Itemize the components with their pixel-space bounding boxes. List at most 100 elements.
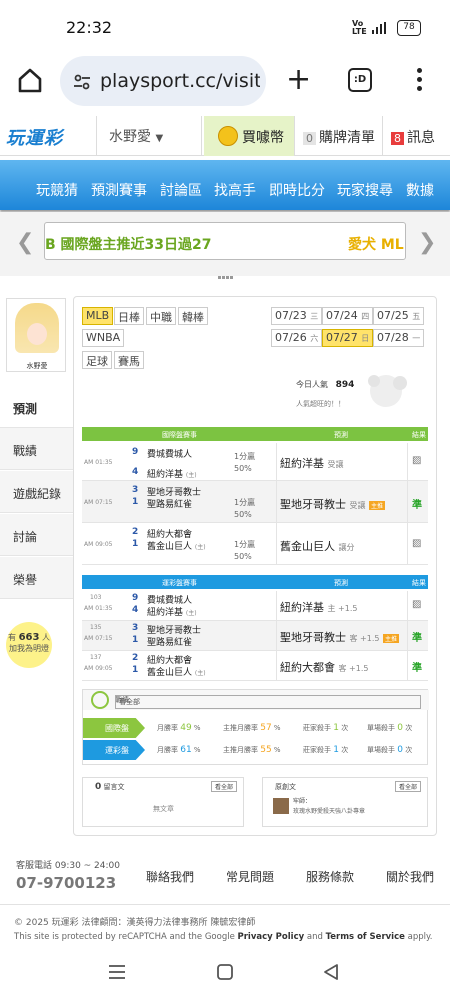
date-tab[interactable]: 07/27 日 xyxy=(322,329,374,347)
address-bar[interactable]: playsport.cc/visit xyxy=(60,56,266,106)
terms-link[interactable]: Terms of Service xyxy=(326,932,405,942)
system-nav-bar xyxy=(0,946,450,1000)
coin-button[interactable]: 買噱幣 xyxy=(204,116,294,156)
nav-item[interactable]: 數據 xyxy=(406,180,434,200)
league-tab[interactable]: 韓棒 xyxy=(178,307,208,325)
carousel-dots[interactable] xyxy=(218,264,234,279)
fans-suffix: 人 xyxy=(41,633,50,642)
record-summary: 戰績 看全部 國際盤 月勝率 49 % 主推月勝率 57 % 莊家殺手 1 次 單… xyxy=(82,689,429,765)
tab-discussion[interactable]: 討論 xyxy=(0,514,73,556)
view-all-button[interactable]: 看全部 xyxy=(394,781,421,792)
back-icon[interactable] xyxy=(322,963,340,981)
recents-icon[interactable] xyxy=(108,964,126,980)
announcement-carousel: ❮ B 國際盤主推近33日過27 愛犬 MLB ❯ xyxy=(0,212,450,279)
nav-item[interactable]: 預測賽事 xyxy=(91,180,147,200)
posts-box: 原創文 看全部 牢師： 玫瑰水野愛殺天強八卦專章 xyxy=(262,777,428,827)
fans-prefix: 有 xyxy=(8,633,17,642)
cart-button[interactable]: 0 購牌清單 xyxy=(294,116,382,156)
avatar[interactable]: 水野愛 xyxy=(6,298,66,372)
coin-icon xyxy=(218,126,238,146)
popularity-note: 人氣超旺的！！ xyxy=(296,400,345,408)
site-header: 玩運彩 水野愛 ▼ 買噱幣 0 購牌清單 8 訊息 xyxy=(0,116,450,156)
league-tab[interactable]: 中職 xyxy=(146,307,176,325)
record-label: 國際盤 xyxy=(83,718,145,738)
carousel-prev-icon[interactable]: ❮ xyxy=(16,230,34,255)
date-tab[interactable]: 07/24 四 xyxy=(322,307,374,325)
footer-link[interactable]: 常見問題 xyxy=(226,868,274,885)
tab-honors[interactable]: 榮譽 xyxy=(0,557,73,599)
local-table: 運彩盤賽事 預測 結果 103 AM 01:35 9 費城費城人 4 紐約洋基 (主) 紐… xyxy=(82,575,428,685)
league-tab[interactable]: WNBA xyxy=(82,329,125,347)
target-icon xyxy=(91,691,109,709)
url-text[interactable]: playsport.cc/visit xyxy=(100,70,260,92)
result-icon: ▨ xyxy=(412,455,422,466)
nav-item[interactable]: 討論區 xyxy=(160,180,202,200)
fans-label: 加我為明燈 xyxy=(9,644,49,653)
view-all-button[interactable]: 看全部 xyxy=(210,781,237,792)
cart-count: 0 xyxy=(303,132,316,145)
message-box: 0 留言文 看全部 無文章 xyxy=(82,777,244,827)
post-thumbnail[interactable] xyxy=(273,798,289,814)
status-bar: 22:32 Vo LTE 78 xyxy=(0,0,450,50)
carousel-text: 愛犬 MLB xyxy=(348,237,405,253)
date-tab[interactable]: 07/26 六 xyxy=(271,329,323,347)
carousel-text: B 國際盤主推近33日過27 xyxy=(45,237,212,253)
copyright: © 2025 玩運彩 法律顧問：漢英得力法律事務所 陳毓宏律師 xyxy=(14,918,256,928)
coin-label: 買噱幣 xyxy=(242,130,284,146)
table-row: AM 09:05 2 紐約大都會 1 舊金山巨人 (主) 1分贏 50% 舊金山巨人 … xyxy=(82,523,428,565)
footer-link[interactable]: 關於我們 xyxy=(386,868,434,885)
date-tab[interactable]: 07/28 一 xyxy=(373,329,425,347)
signal-indicator: Vo LTE xyxy=(352,19,367,36)
carousel-slide[interactable]: B 國際盤主推近33日過27 愛犬 MLB xyxy=(44,222,406,260)
messages-label: 訊息 xyxy=(407,130,435,146)
recaptcha-notice: This site is protected by reCAPTCHA and … xyxy=(14,932,433,942)
popularity: 今日人氣 894 xyxy=(296,380,355,390)
view-all-button[interactable]: 看全部 xyxy=(115,695,421,709)
record-row: 國際盤 月勝率 49 % 主推月勝率 57 % 莊家殺手 1 次 單場殺手 0 … xyxy=(83,718,429,738)
message-count: 0 xyxy=(95,782,102,792)
tab-game-log[interactable]: 遊戲紀錄 xyxy=(0,471,73,513)
empty-text: 無文章 xyxy=(153,805,174,813)
site-logo[interactable]: 玩運彩 xyxy=(6,124,86,150)
date-tab[interactable]: 07/23 三 xyxy=(271,307,323,325)
table-header: 運彩盤賽事 預測 結果 xyxy=(82,575,428,589)
footer-link[interactable]: 聯絡我們 xyxy=(146,868,194,885)
user-menu[interactable]: 水野愛 ▼ xyxy=(96,116,202,156)
more-menu-icon[interactable] xyxy=(417,68,423,94)
carousel-next-icon[interactable]: ❯ xyxy=(418,230,436,255)
tab-predict[interactable]: 預測 xyxy=(0,386,73,428)
table-row: 135 AM 07:15 3 聖地牙哥教士 1 聖路易紅雀 聖地牙哥教士 客 +1.5… xyxy=(82,621,428,651)
nav-item[interactable]: 玩競猜 xyxy=(36,180,78,200)
home-nav-icon[interactable] xyxy=(216,963,234,981)
footer: 客服電話 09:30 ~ 24:00 07-9700123 聯絡我們 常見問題 … xyxy=(0,852,450,900)
league-tab[interactable]: 日棒 xyxy=(114,307,144,325)
status-time: 22:32 xyxy=(66,18,113,37)
browser-toolbar: playsport.cc/visit + :D xyxy=(0,50,450,112)
home-icon[interactable] xyxy=(16,66,44,94)
phone-number[interactable]: 07-9700123 xyxy=(16,874,116,892)
nav-item[interactable]: 找高手 xyxy=(214,180,256,200)
phone-label: 客服電話 09:30 ~ 24:00 xyxy=(16,861,120,871)
league-tab[interactable]: 賽馬 xyxy=(114,351,144,369)
table-row: AM 07:15 3 聖地牙哥教士 1 聖路易紅雀 1分贏 50% 聖地牙哥教士 受讓… xyxy=(82,481,428,523)
league-tab[interactable]: MLB xyxy=(82,307,114,325)
privacy-link[interactable]: Privacy Policy xyxy=(238,932,305,942)
site-settings-icon[interactable] xyxy=(72,72,92,92)
new-tab-icon[interactable]: + xyxy=(286,65,311,95)
messages-button[interactable]: 8 訊息 xyxy=(382,116,450,156)
table-row: 103 AM 01:35 9 費城費城人 4 紐約洋基 (主) 紐約洋基 主 +1.5… xyxy=(82,591,428,621)
nav-item[interactable]: 玩家搜尋 xyxy=(337,180,393,200)
date-tab[interactable]: 07/25 五 xyxy=(373,307,425,325)
post-title[interactable]: 玫瑰水野愛殺天強八卦專章 xyxy=(293,806,365,815)
league-tab[interactable]: 足球 xyxy=(82,351,112,369)
post-author: 牢師： xyxy=(293,798,312,805)
table-header: 國際盤賽事 預測 結果 xyxy=(82,427,428,441)
fan-lightbulb[interactable]: 有 663 人加我為明燈 xyxy=(6,622,52,668)
tab-switcher-button[interactable]: :D xyxy=(348,68,372,92)
profile-sidebar: 水野愛 預測 戰績 遊戲紀錄 討論 榮譽 有 663 人加我為明燈 xyxy=(0,296,73,686)
fans-count: 663 xyxy=(18,632,40,643)
footer-link[interactable]: 服務條款 xyxy=(306,868,354,885)
nav-item[interactable]: 即時比分 xyxy=(269,180,325,200)
user-name: 水野愛 xyxy=(109,129,151,145)
tab-record[interactable]: 戰績 xyxy=(0,428,73,470)
